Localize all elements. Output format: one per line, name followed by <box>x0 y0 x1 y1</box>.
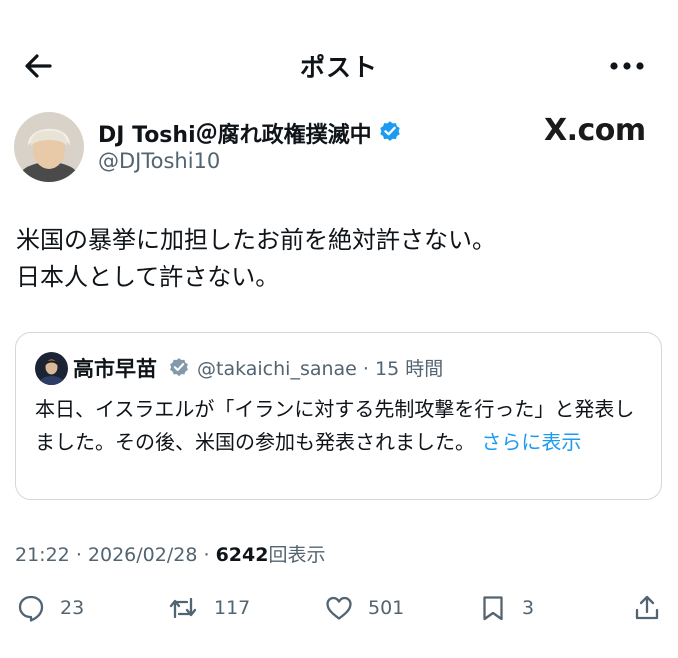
avatar-photo <box>14 112 84 182</box>
quoted-author-name[interactable]: 高市早苗 <box>73 353 157 383</box>
heart-icon <box>326 596 352 620</box>
meta-separator: · <box>75 544 82 566</box>
quoted-author-avatar[interactable] <box>35 352 68 385</box>
quoted-post-card[interactable]: 高市早苗 @takaichi_sanae · 15 時間 本日、イスラエルが「イ… <box>15 332 662 500</box>
gray-verified-badge-icon <box>170 358 188 377</box>
like-button[interactable]: 501 <box>324 588 404 628</box>
quoted-post-time[interactable]: 15 時間 <box>375 358 443 380</box>
reply-button[interactable]: 23 <box>16 588 84 628</box>
reply-count: 23 <box>60 597 85 619</box>
author-name[interactable]: DJ Toshi＠腐れ政権撲滅中 <box>98 117 372 149</box>
top-bar: ポスト <box>0 0 678 130</box>
quoted-post-meta: @takaichi_sanae · 15 時間 <box>197 354 443 381</box>
more-dots-icon <box>610 62 644 70</box>
bookmark-icon <box>483 596 503 621</box>
show-more-link[interactable]: さらに表示 <box>481 430 581 454</box>
bookmark-count: 3 <box>522 597 535 619</box>
meta-separator: · <box>203 544 210 566</box>
page-title: ポスト <box>299 53 378 82</box>
post-meta: 21:22 · 2026/02/28 · 6242回表示 <box>15 540 325 567</box>
quoted-avatar-photo <box>35 352 68 385</box>
repost-icon <box>169 597 197 619</box>
repost-button[interactable]: 117 <box>166 588 250 628</box>
tweet-text: 米国の暴挙に加担したお前を絶対許さない。 日本人として許さない。 <box>16 222 496 296</box>
tweet-text-line: 日本人として許さない。 <box>16 263 280 291</box>
post-time[interactable]: 21:22 <box>15 544 70 566</box>
post-date[interactable]: 2026/02/28 <box>88 544 198 566</box>
more-options-button[interactable] <box>606 50 650 80</box>
bookmark-button[interactable]: 3 <box>478 588 534 628</box>
share-icon <box>635 595 659 620</box>
author-handle[interactable]: @DJToshi10 <box>98 149 220 173</box>
meta-separator: · <box>362 358 369 380</box>
repost-count: 117 <box>214 597 251 619</box>
views-label: 回表示 <box>268 544 326 566</box>
share-button[interactable] <box>632 588 662 628</box>
reply-bubble-icon <box>18 595 44 622</box>
views-count[interactable]: 6242 <box>216 544 269 566</box>
action-bar: 23 117 501 3 <box>0 588 678 628</box>
quoted-post-text: 本日、イスラエルが「イランに対する先制攻撃を行った」と発表しました。その後、米国… <box>35 393 645 459</box>
tweet-text-line: 米国の暴挙に加担したお前を絶対許さない。 <box>16 226 496 254</box>
author-avatar[interactable] <box>14 112 84 182</box>
quoted-author-handle[interactable]: @takaichi_sanae <box>197 358 357 380</box>
verified-badge-icon[interactable] <box>378 119 402 143</box>
like-count: 501 <box>368 597 405 619</box>
x-com-brand: X.com <box>544 113 646 148</box>
